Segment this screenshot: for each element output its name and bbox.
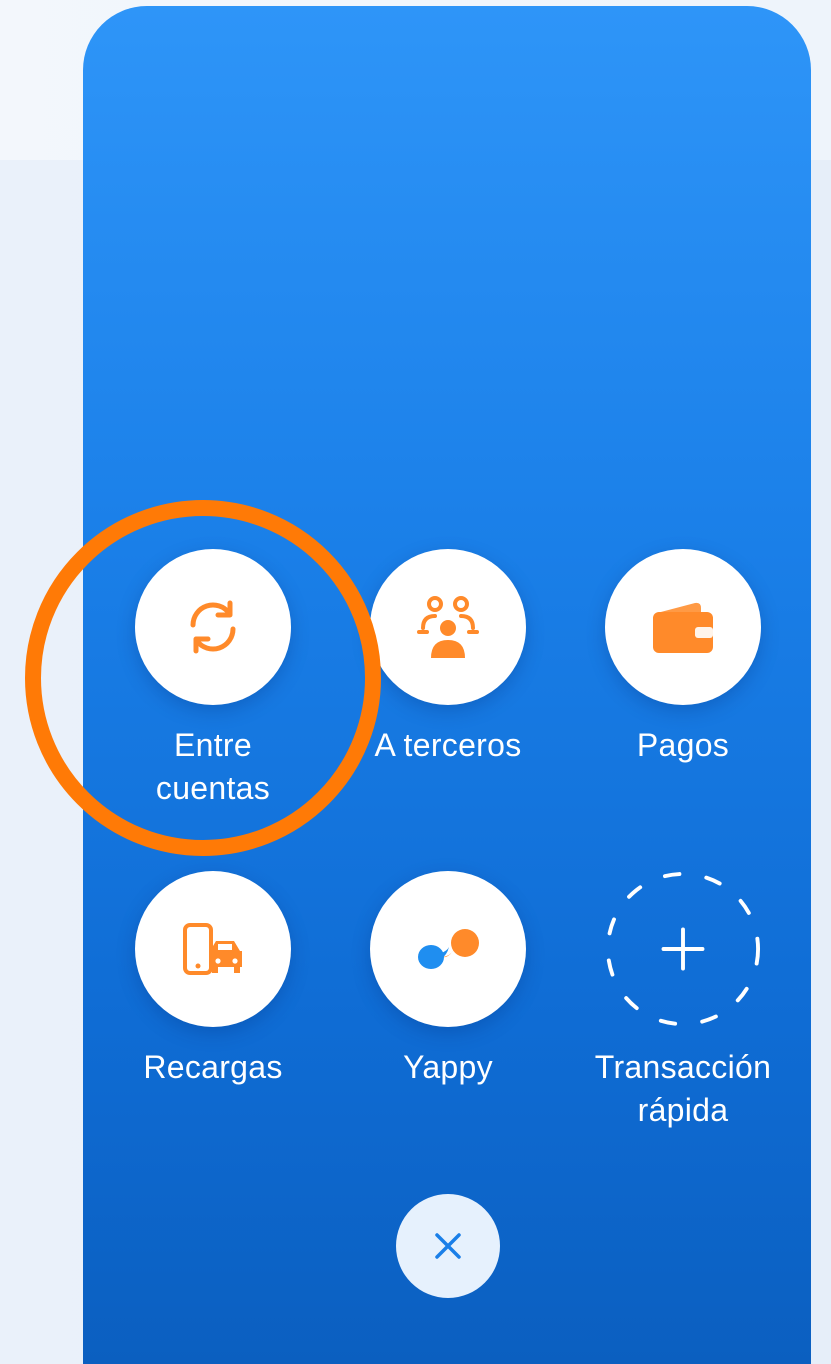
a-terceros-button[interactable] [370, 549, 526, 705]
pagos-button[interactable] [605, 549, 761, 705]
entre-cuentas-button[interactable] [135, 549, 291, 705]
close-icon [435, 1233, 461, 1259]
recargas-action[interactable]: Recargas [98, 871, 328, 1089]
entre-cuentas-label-line1: Entre [174, 727, 252, 763]
wallet-icon [653, 602, 713, 653]
recargas-label: Recargas [143, 1049, 283, 1085]
entre-cuentas-action[interactable]: Entre cuentas [98, 549, 328, 810]
yappy-button[interactable] [370, 871, 526, 1027]
transaccion-rapida-label-line2: rápida [637, 1092, 729, 1128]
pagos-label: Pagos [636, 727, 730, 763]
yappy-chat-bubbles-icon [418, 929, 479, 969]
phone-car-icon [183, 923, 242, 975]
yappy-action[interactable]: Yappy [333, 871, 563, 1089]
people-group-icon [417, 596, 479, 658]
yappy-label: Yappy [403, 1049, 493, 1085]
refresh-arrows-icon [190, 600, 236, 654]
plus-icon [661, 927, 705, 971]
entre-cuentas-label-line2: cuentas [155, 770, 271, 806]
a-terceros-action[interactable]: A terceros [333, 549, 563, 767]
close-button[interactable] [396, 1194, 500, 1298]
transaccion-rapida-label: Transacción rápida [568, 1046, 798, 1132]
transaccion-rapida-button[interactable] [605, 871, 761, 1027]
dashed-circle-plus [605, 871, 761, 1027]
transaccion-rapida-label-line1: Transacción [594, 1049, 772, 1085]
transaccion-rapida-action[interactable]: Transacción rápida [568, 871, 798, 1132]
a-terceros-label: A terceros [374, 727, 522, 763]
entre-cuentas-label: Entre cuentas [98, 724, 328, 810]
recargas-button[interactable] [135, 871, 291, 1027]
pagos-action[interactable]: Pagos [568, 549, 798, 767]
